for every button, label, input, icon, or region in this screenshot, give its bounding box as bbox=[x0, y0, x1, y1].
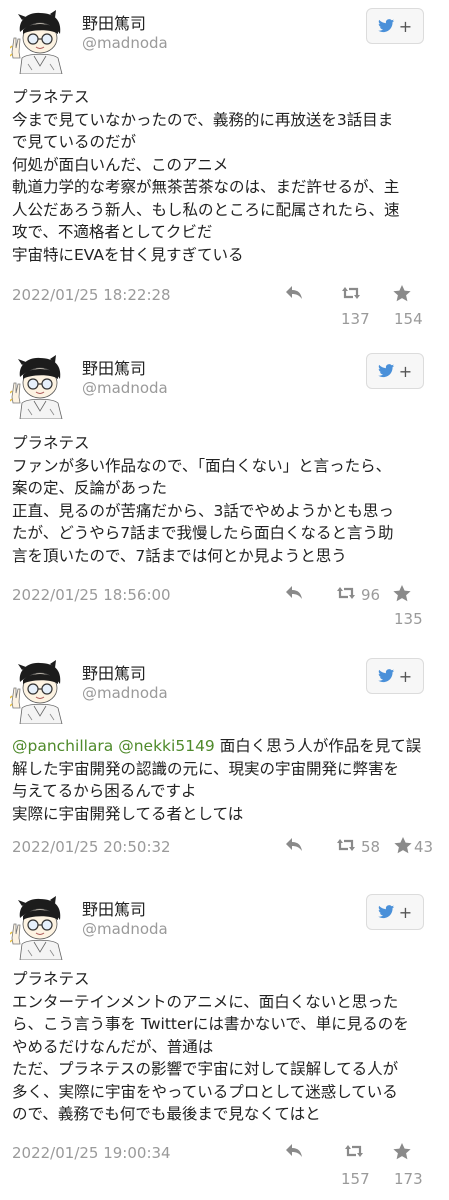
text-line: 解した宇宙開発の認識の元に、現実の宇宙開発に弊害を bbox=[12, 759, 400, 778]
text-line: エンターテインメントのアニメに、面白くないと思った bbox=[12, 992, 399, 1011]
tweet: 野田篤司 @madnoda + プラネテス エンターテインメントのアニメに、面白… bbox=[0, 886, 449, 1200]
text-line: ファンが多い作品なので、「面白くない」と言ったら、 bbox=[12, 456, 392, 475]
author-handle[interactable]: @madnoda bbox=[82, 920, 168, 938]
twitter-bird-icon bbox=[377, 364, 394, 378]
reply-icon[interactable] bbox=[284, 1142, 304, 1160]
retweet-icon[interactable] bbox=[336, 584, 356, 602]
text-line: たが、どうやら7話まで我慢したら面白くなると言う助 bbox=[12, 524, 394, 542]
tweet-text: プラネテス 今まで見ていなかったので、義務的に再放送を3話目ま で見ているのだが… bbox=[12, 86, 437, 266]
author-handle[interactable]: @madnoda bbox=[82, 379, 168, 397]
like-count: 135 bbox=[394, 610, 423, 628]
reply-icon[interactable] bbox=[284, 584, 304, 602]
text-line: プラネテス bbox=[12, 970, 90, 988]
star-icon[interactable] bbox=[392, 584, 412, 602]
star-icon[interactable] bbox=[392, 284, 412, 302]
avatar[interactable] bbox=[9, 352, 73, 420]
star-icon[interactable] bbox=[392, 1142, 412, 1160]
follow-plus: + bbox=[398, 16, 413, 36]
tweet-meta: 2022/01/25 18:56:00 96 135 bbox=[0, 584, 449, 636]
author-name[interactable]: 野田篤司 bbox=[82, 10, 146, 34]
twitter-bird-icon bbox=[377, 19, 394, 33]
text-line: 案の定、反論があった bbox=[12, 479, 168, 497]
timestamp[interactable]: 2022/01/25 19:00:34 bbox=[12, 1144, 171, 1162]
author-name[interactable]: 野田篤司 bbox=[82, 355, 146, 379]
reply-icon[interactable] bbox=[284, 284, 304, 302]
retweet-count: 96 bbox=[361, 586, 381, 604]
avatar[interactable] bbox=[9, 657, 73, 725]
star-icon[interactable] bbox=[393, 836, 413, 854]
retweet-icon[interactable] bbox=[344, 1142, 364, 1160]
mention-links[interactable]: @panchillara @nekki5149 bbox=[12, 737, 215, 755]
tweet: 野田篤司 @madnoda + プラネテス 今まで見ていなかったので、義務的に再… bbox=[0, 0, 449, 345]
text-line: プラネテス bbox=[12, 434, 90, 452]
text-line: ただ、プラネテスの影響で宇宙に対して誤解してる人が bbox=[12, 1060, 399, 1078]
retweet-icon[interactable] bbox=[336, 836, 356, 854]
text-fragment: 面白く思う人が作品を見て誤 bbox=[214, 737, 422, 755]
follow-button[interactable]: + bbox=[366, 658, 424, 694]
avatar[interactable] bbox=[9, 893, 73, 961]
twitter-bird-icon bbox=[377, 905, 394, 919]
text-line: プラネテス bbox=[12, 88, 90, 106]
follow-plus: + bbox=[398, 902, 413, 922]
tweet-meta: 2022/01/25 19:00:34 157 173 bbox=[0, 1142, 449, 1194]
follow-button[interactable]: + bbox=[366, 8, 424, 44]
text-line: 攻で、不適格者としてクビだ bbox=[12, 223, 213, 241]
text-line: 与えてるから困るんですよ bbox=[12, 782, 197, 800]
tweet: 野田篤司 @madnoda + プラネテス ファンが多い作品なので、「面白くない… bbox=[0, 345, 449, 650]
retweet-count: 137 bbox=[341, 310, 370, 328]
tweet-text: @panchillara @nekki5149 面白く思う人が作品を見て誤 解し… bbox=[12, 735, 437, 825]
author-name[interactable]: 野田篤司 bbox=[82, 660, 146, 684]
follow-plus: + bbox=[398, 666, 413, 686]
retweet-icon[interactable] bbox=[341, 284, 361, 302]
reply-icon[interactable] bbox=[284, 836, 304, 854]
follow-button[interactable]: + bbox=[366, 894, 424, 930]
author-handle[interactable]: @madnoda bbox=[82, 34, 168, 52]
tweet: 野田篤司 @madnoda + @panchillara @nekki5149 … bbox=[0, 650, 449, 880]
avatar[interactable] bbox=[9, 7, 73, 75]
text-line: 今まで見ていなかったので、義務的に再放送を3話目ま bbox=[12, 110, 394, 129]
text-line: やめるだけなんだが、普通は bbox=[12, 1037, 214, 1056]
text-line: 言を頂いたので、7話までは何とか見ようと思う bbox=[12, 546, 347, 565]
timestamp[interactable]: 2022/01/25 20:50:32 bbox=[12, 838, 171, 856]
author-name[interactable]: 野田篤司 bbox=[82, 896, 146, 920]
tweet-meta: 2022/01/25 18:22:28 137 154 bbox=[0, 284, 449, 336]
text-line: 宇宙特にEVAを甘く見すぎている bbox=[12, 245, 244, 264]
retweet-count: 157 bbox=[341, 1170, 370, 1188]
text-line: 何処が面白いんだ、このアニメ bbox=[12, 155, 229, 174]
like-count: 154 bbox=[394, 310, 423, 328]
text-line: ら、こう言う事を Twitterには書かないで、単に見るのを bbox=[12, 1015, 409, 1033]
retweet-count: 58 bbox=[361, 838, 381, 856]
text-line: 実際に宇宙開発してる者としては bbox=[12, 804, 244, 823]
twitter-bird-icon bbox=[377, 669, 394, 683]
like-count: 43 bbox=[414, 838, 434, 856]
tweet-text: プラネテス エンターテインメントのアニメに、面白くないと思った ら、こう言う事を… bbox=[12, 968, 437, 1126]
timestamp[interactable]: 2022/01/25 18:56:00 bbox=[12, 586, 171, 604]
author-handle[interactable]: @madnoda bbox=[82, 684, 168, 702]
tweet-meta: 2022/01/25 20:50:32 58 43 bbox=[0, 836, 449, 888]
text-line: 多く、実際に宇宙をやっているプロとして迷惑している bbox=[12, 1082, 398, 1101]
text-line: 正直、見るのが苦痛だから、3話でやめようかとも思っ bbox=[12, 501, 394, 520]
tweet-text: プラネテス ファンが多い作品なので、「面白くない」と言ったら、 案の定、反論があ… bbox=[12, 432, 437, 567]
follow-button[interactable]: + bbox=[366, 353, 424, 389]
text-line: ので、義務でも何でも最後まで見なくてはと bbox=[12, 1105, 321, 1123]
follow-plus: + bbox=[398, 361, 413, 381]
text-line: 軌道力学的な考察が無茶苦茶なのは、まだ許せるが、主 bbox=[12, 178, 400, 196]
text-line: で見ているのだが bbox=[12, 133, 137, 151]
timestamp[interactable]: 2022/01/25 18:22:28 bbox=[12, 286, 171, 304]
text-line: 人公だあろう新人、もし私のところに配属されたら、速 bbox=[12, 200, 400, 219]
like-count: 173 bbox=[394, 1170, 423, 1188]
text-line: @panchillara @nekki5149 面白く思う人が作品を見て誤 bbox=[12, 735, 437, 758]
